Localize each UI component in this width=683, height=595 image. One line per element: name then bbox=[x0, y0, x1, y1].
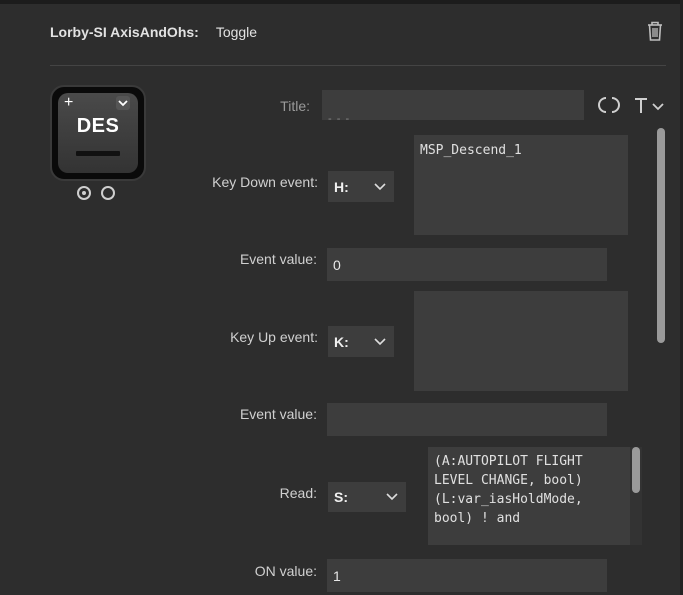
plus-icon: + bbox=[64, 94, 74, 111]
key-up-label: Key Up event: bbox=[230, 329, 318, 345]
on-value-label: ON value: bbox=[254, 563, 317, 579]
key-preview: + DES bbox=[50, 85, 146, 181]
key-up-type-select[interactable]: K: bbox=[328, 326, 394, 357]
chevron-down-icon bbox=[374, 337, 386, 345]
state-radio-0[interactable] bbox=[77, 186, 91, 200]
title-input[interactable] bbox=[322, 90, 584, 120]
event-value-label: Event value: bbox=[239, 406, 317, 422]
read-scrollbar[interactable] bbox=[632, 447, 640, 493]
action-header: Lorby-SI AxisAndOhs: Toggle bbox=[50, 22, 257, 42]
key-down-label: Key Down event: bbox=[212, 174, 318, 190]
key-down-type-select[interactable]: H: bbox=[328, 171, 394, 202]
chevron-down-icon bbox=[374, 182, 386, 190]
action-name: Toggle bbox=[215, 24, 258, 40]
key-up-type-value: K: bbox=[334, 333, 349, 350]
main-scrollbar[interactable] bbox=[657, 128, 665, 343]
text-format-icon[interactable] bbox=[634, 96, 666, 116]
key-down-event-value-input[interactable]: 0 bbox=[327, 248, 607, 281]
read-type-select[interactable]: S: bbox=[328, 482, 406, 512]
key-up-event-value-input[interactable] bbox=[327, 403, 607, 436]
on-value-input[interactable]: 1 bbox=[327, 559, 607, 592]
read-type-value: S: bbox=[334, 489, 348, 505]
chevron-down-icon bbox=[386, 493, 398, 501]
refresh-icon[interactable] bbox=[596, 95, 622, 115]
key-down-type-value: H: bbox=[334, 178, 349, 195]
key-label: DES bbox=[76, 115, 120, 137]
key-indicator-bar bbox=[76, 151, 120, 156]
key-face: + DES bbox=[58, 93, 138, 173]
state-radio-1[interactable] bbox=[101, 186, 115, 200]
top-border bbox=[0, 0, 683, 4]
key-down-code-textarea[interactable]: MSP_Descend_1 bbox=[414, 135, 628, 235]
title-label: Title: bbox=[280, 98, 310, 114]
event-value-label: Event value: bbox=[239, 251, 317, 267]
read-code-textarea[interactable]: (A:AUTOPILOT FLIGHT LEVEL CHANGE, bool) … bbox=[428, 447, 630, 545]
state-selector bbox=[77, 186, 115, 200]
key-up-code-textarea[interactable] bbox=[414, 291, 628, 391]
title-underline: - - - bbox=[328, 113, 351, 125]
chevron-down-icon bbox=[116, 96, 130, 110]
read-label: Read: bbox=[279, 485, 317, 501]
trash-icon[interactable] bbox=[646, 20, 664, 42]
header-divider bbox=[50, 65, 666, 66]
plugin-name: Lorby-SI AxisAndOhs: bbox=[50, 24, 199, 40]
